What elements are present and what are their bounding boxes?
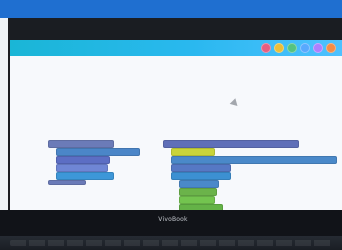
keyboard-strip: [0, 236, 342, 250]
right-block-row[interactable]: [163, 140, 299, 148]
toolbar-icon-group: [261, 43, 336, 53]
left-block-row[interactable]: [56, 156, 110, 164]
laptop-brand-label: VivoBook: [158, 216, 188, 223]
right-block-row[interactable]: [179, 196, 215, 204]
cursor-icon: [229, 98, 241, 109]
left-block-row[interactable]: [48, 180, 86, 185]
toolbar-icon[interactable]: [274, 43, 284, 53]
toolbar-icon[interactable]: [287, 43, 297, 53]
laptop-screen: [10, 40, 342, 210]
left-block-row[interactable]: [56, 164, 108, 172]
toolbar-icon[interactable]: [326, 43, 336, 53]
right-block-row[interactable]: [171, 172, 231, 180]
toolbar-icon[interactable]: [313, 43, 323, 53]
left-block-row[interactable]: [56, 172, 114, 180]
right-block-row[interactable]: [171, 156, 337, 164]
right-block-row[interactable]: [179, 180, 219, 188]
toolbar-icon[interactable]: [261, 43, 271, 53]
right-block-row[interactable]: [171, 164, 231, 172]
block-workspace[interactable]: [10, 56, 342, 210]
laptop-scene: VivoBook: [0, 0, 342, 250]
top-blue-strip: [0, 0, 342, 18]
left-block-row[interactable]: [48, 140, 114, 148]
left-block-row[interactable]: [56, 148, 140, 156]
right-block-row[interactable]: [171, 148, 215, 156]
right-block-stack[interactable]: [163, 140, 339, 210]
toolbar-icon[interactable]: [300, 43, 310, 53]
app-header-bar: [10, 40, 342, 56]
left-block-stack[interactable]: [48, 140, 140, 185]
right-block-row[interactable]: [179, 188, 217, 196]
